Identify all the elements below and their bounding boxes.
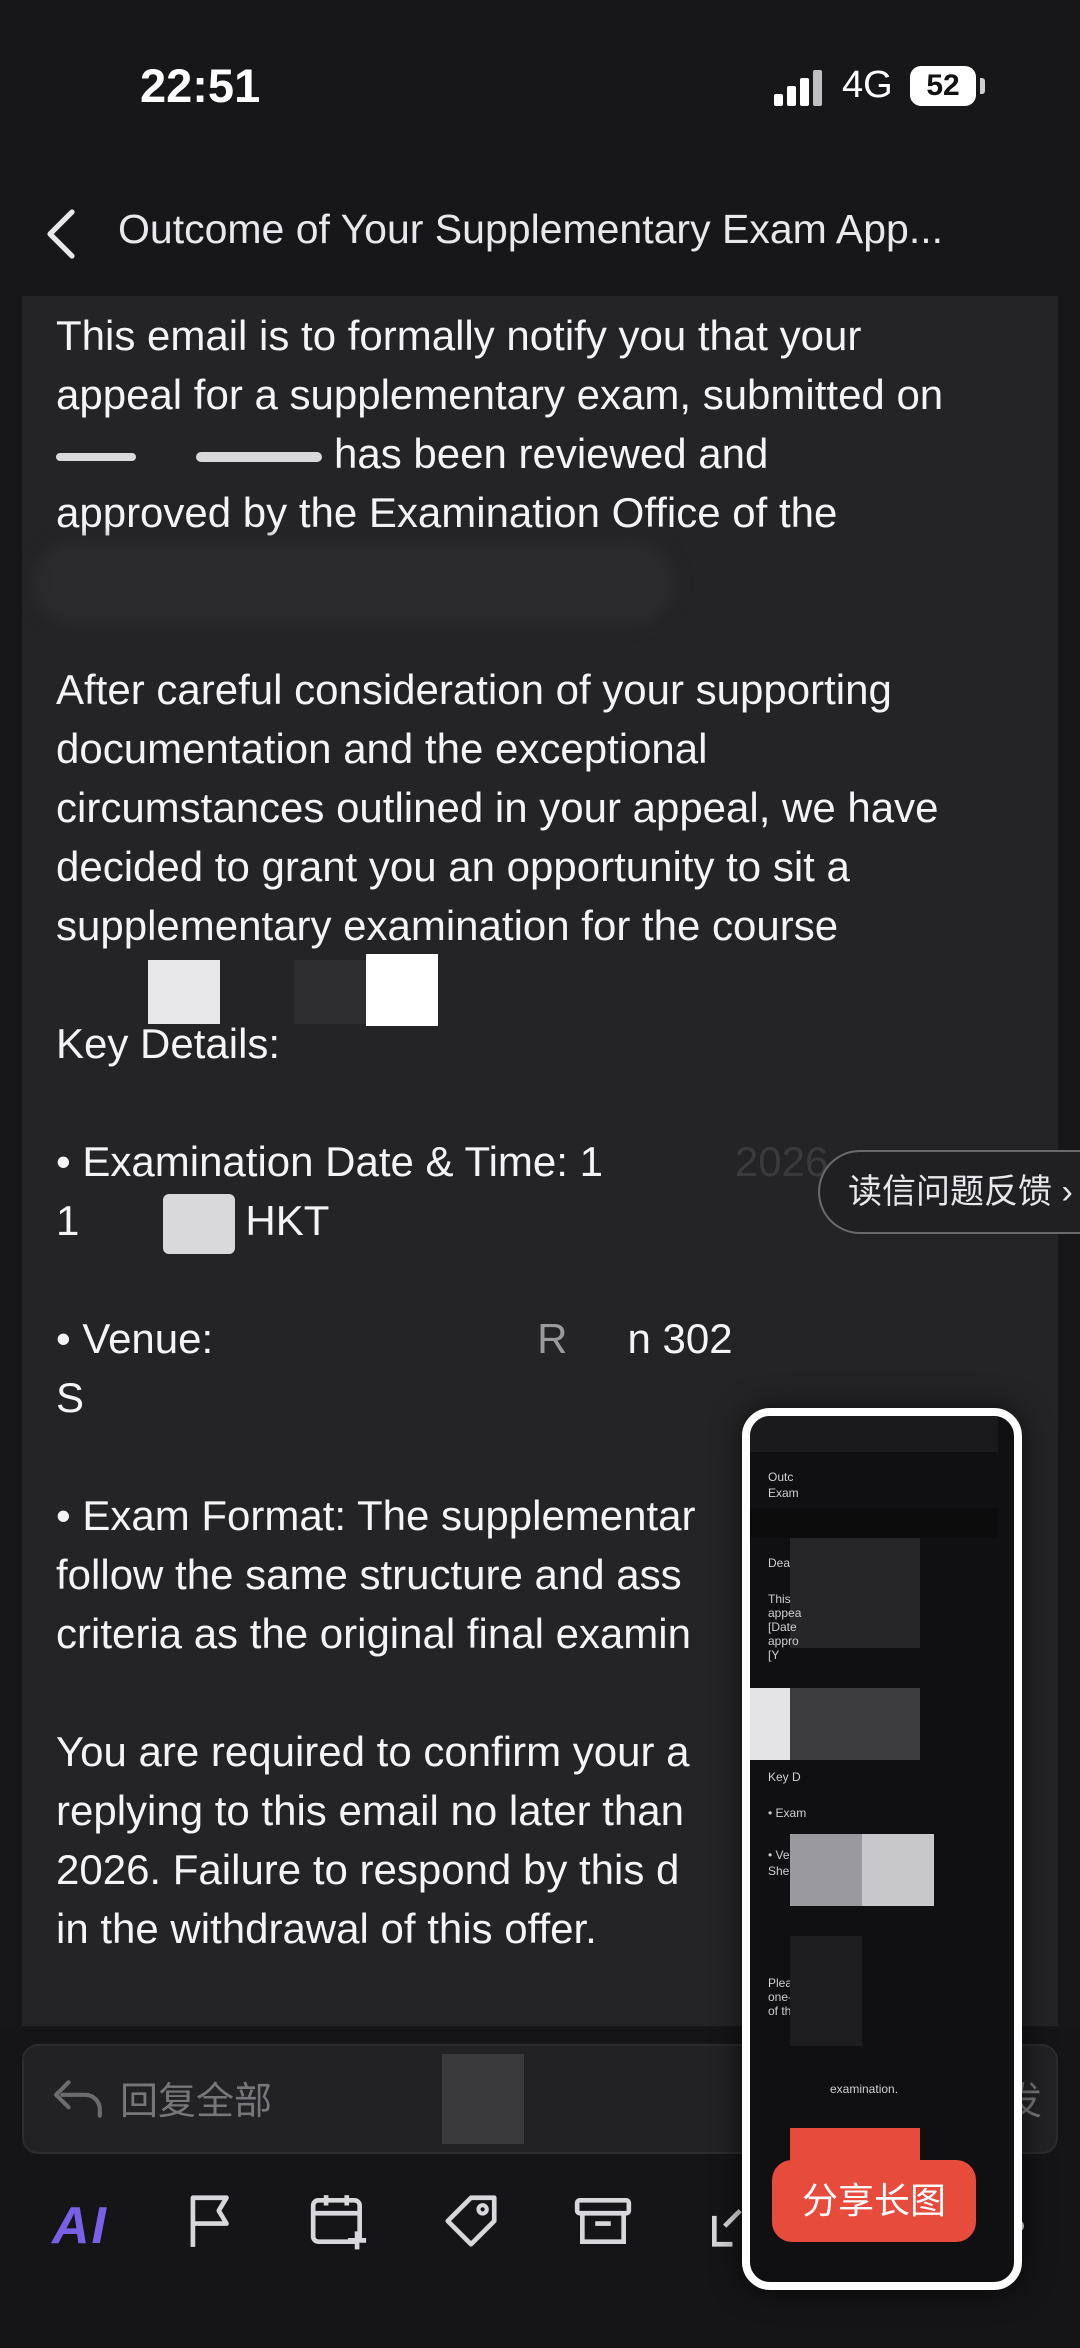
redacted-time — [163, 1193, 236, 1254]
battery-level: 52 — [926, 69, 960, 102]
chevron-left-icon — [47, 209, 75, 259]
preview-text: Key D — [768, 1770, 801, 1784]
battery-tip — [980, 78, 985, 94]
preview-text: [Y — [768, 1648, 780, 1662]
reply-placeholder: 回复全部 — [120, 2081, 273, 2123]
redacted-date — [56, 452, 136, 461]
body-line: After careful consideration of your supp… — [56, 666, 892, 713]
redacted-date — [196, 451, 322, 462]
archive-button[interactable] — [572, 2190, 642, 2260]
body-line: decided to grant you an opportunity to s… — [56, 843, 850, 890]
redacted-block — [862, 1834, 934, 1906]
redacted-block — [790, 1936, 862, 2046]
body-text: HKT — [245, 1197, 330, 1244]
reply-all-icon — [54, 2080, 102, 2118]
preview-text: appea — [768, 1606, 802, 1620]
body-text: n 302 — [627, 1315, 733, 1362]
share-long-image-button[interactable]: 分享长图 — [772, 2160, 976, 2242]
body-line: • Venue: Rn 302 — [56, 1309, 1058, 1368]
body-line: This email is to formally notify you tha… — [56, 312, 862, 359]
key-details-heading: Key Details: — [56, 1020, 281, 1067]
tag-button[interactable] — [440, 2190, 510, 2260]
body-text: • Venue: — [56, 1315, 214, 1362]
email-header: Outcome of Your Supplementary Exam App..… — [0, 180, 1080, 290]
body-line: documentation and the exceptional — [56, 725, 708, 772]
body-line: circumstances outlined in your appeal, w… — [56, 784, 939, 831]
reading-feedback-tab[interactable]: 读信问题反馈 › — [818, 1150, 1080, 1234]
redacted-block — [750, 1508, 998, 1538]
back-button[interactable] — [42, 206, 94, 264]
redacted-block — [790, 1688, 920, 1760]
archive-icon — [574, 2198, 632, 2244]
redacted-block — [790, 1538, 920, 1648]
body-text: • Examination Date & Time: 1 — [56, 1138, 603, 1185]
redacted-block — [750, 1688, 790, 1760]
body-text: 1 — [56, 1197, 80, 1244]
preview-text: [Date — [768, 1620, 797, 1634]
flag-button[interactable] — [180, 2190, 250, 2260]
preview-text: Exam — [768, 1486, 799, 1500]
email-subject: Outcome of Your Supplementary Exam App..… — [118, 206, 944, 252]
redacted-block — [442, 2054, 524, 2144]
add-to-calendar-button[interactable] — [308, 2190, 378, 2260]
flag-icon — [190, 2195, 229, 2247]
clock: 22:51 — [140, 59, 261, 112]
tag-icon — [445, 2195, 497, 2247]
preview-text: • Exam — [768, 1806, 807, 1820]
calendar-add-icon — [310, 2195, 367, 2250]
redacted-date — [608, 1139, 729, 1190]
signal-icon — [774, 70, 826, 106]
preview-text: Outc — [768, 1470, 794, 1484]
network-type: 4G — [842, 64, 893, 106]
body-line: appeal for a supplementary exam, submitt… — [56, 371, 944, 418]
preview-text: appro — [768, 1634, 799, 1648]
body-text: has been reviewed and — [334, 430, 769, 477]
redacted-institution — [34, 542, 674, 624]
body-text: R — [537, 1315, 568, 1362]
ai-button[interactable]: AI — [52, 2196, 108, 2256]
battery-icon: 52 — [910, 66, 976, 106]
body-line: supplementary examination for the course — [56, 902, 839, 949]
long-image-preview[interactable]: Outc Exam Dear This appea [Date appro [Y… — [742, 1408, 1022, 2290]
preview-text: This — [768, 1592, 791, 1606]
preview-text: examination. — [830, 2082, 899, 2096]
redacted-block — [790, 1834, 862, 1906]
body-line: approved by the Examination Office of th… — [56, 489, 838, 536]
status-bar: 22:51 4G 52 — [0, 0, 1080, 170]
preview-header — [750, 1416, 998, 1452]
body-line: has been reviewed and — [56, 424, 1058, 483]
